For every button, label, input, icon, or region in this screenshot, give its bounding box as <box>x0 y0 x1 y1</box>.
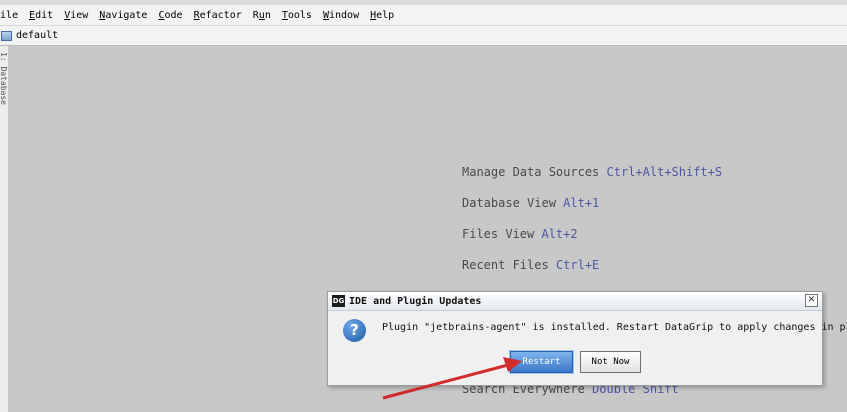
menu-help[interactable]: Help <box>370 10 394 21</box>
menu-navigate[interactable]: Navigate <box>99 10 147 21</box>
database-tool-window-tab[interactable]: 1: Database <box>0 52 8 105</box>
menu-code[interactable]: Code <box>158 10 182 21</box>
menu-window[interactable]: Window <box>323 10 359 21</box>
hint-files-view: Files View Alt+2 <box>462 227 578 241</box>
plugin-updates-dialog: DG IDE and Plugin Updates ✕ ? Plugin "je… <box>327 291 847 386</box>
dialog-title: IDE and Plugin Updates <box>349 295 482 307</box>
project-name[interactable]: default <box>16 30 58 41</box>
menu-run[interactable]: Run <box>253 10 271 21</box>
hint-database-view: Database View Alt+1 <box>462 196 600 210</box>
menu-edit[interactable]: Edit <box>29 10 53 21</box>
dialog-message: Plugin "jetbrains-agent" is installed. R… <box>382 322 847 333</box>
menu-tools[interactable]: Tools <box>282 10 312 21</box>
project-folder-icon <box>1 30 12 41</box>
hint-recent-files: Recent Files Ctrl+E <box>462 258 600 272</box>
close-icon[interactable]: ✕ <box>805 294 818 307</box>
hint-manage-data-sources: Manage Data Sources Ctrl+Alt+Shift+S <box>462 165 723 179</box>
not-now-button[interactable]: Not Now <box>580 351 641 373</box>
menu-refactor[interactable]: Refactor <box>194 10 242 21</box>
navigation-bar: default <box>0 26 847 46</box>
question-icon: ? <box>343 319 366 342</box>
menu-bar: File Edit View Navigate Code Refactor Ru… <box>0 5 847 26</box>
dialog-title-bar[interactable]: DG IDE and Plugin Updates ✕ <box>328 292 822 311</box>
datagrip-app-icon: DG <box>332 295 345 307</box>
menu-file[interactable]: File <box>0 10 18 21</box>
restart-button[interactable]: Restart <box>510 351 573 373</box>
menu-view[interactable]: View <box>64 10 88 21</box>
tool-window-strip: 1: Database <box>0 46 9 412</box>
